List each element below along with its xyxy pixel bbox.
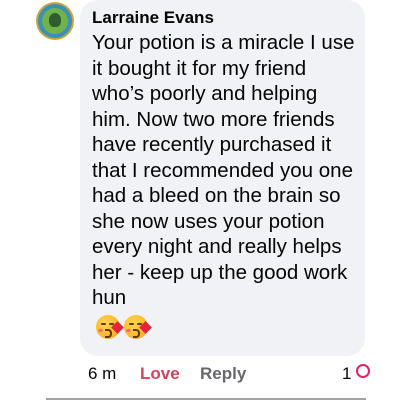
comment-text: Your potion is a miracle I use it bought… bbox=[92, 31, 355, 309]
reaction-count[interactable]: 1 bbox=[342, 364, 351, 384]
love-reaction-icon[interactable] bbox=[356, 364, 370, 378]
reply-button[interactable]: Reply bbox=[200, 364, 246, 384]
comment-emojis bbox=[92, 314, 355, 341]
divider bbox=[46, 398, 366, 400]
love-button[interactable]: Love bbox=[140, 364, 180, 384]
face-blowing-a-kiss-icon bbox=[96, 314, 124, 339]
comment-timestamp[interactable]: 6 m bbox=[88, 364, 116, 384]
comment-bubble: Larraine Evans Your potion is a miracle … bbox=[80, 0, 365, 356]
avatar-figure bbox=[49, 13, 61, 27]
avatar[interactable] bbox=[36, 2, 74, 40]
face-blowing-a-kiss-icon bbox=[124, 314, 152, 339]
comment-author[interactable]: Larraine Evans bbox=[92, 8, 355, 28]
comment-actions: 6 m Love Reply 1 bbox=[88, 362, 378, 386]
